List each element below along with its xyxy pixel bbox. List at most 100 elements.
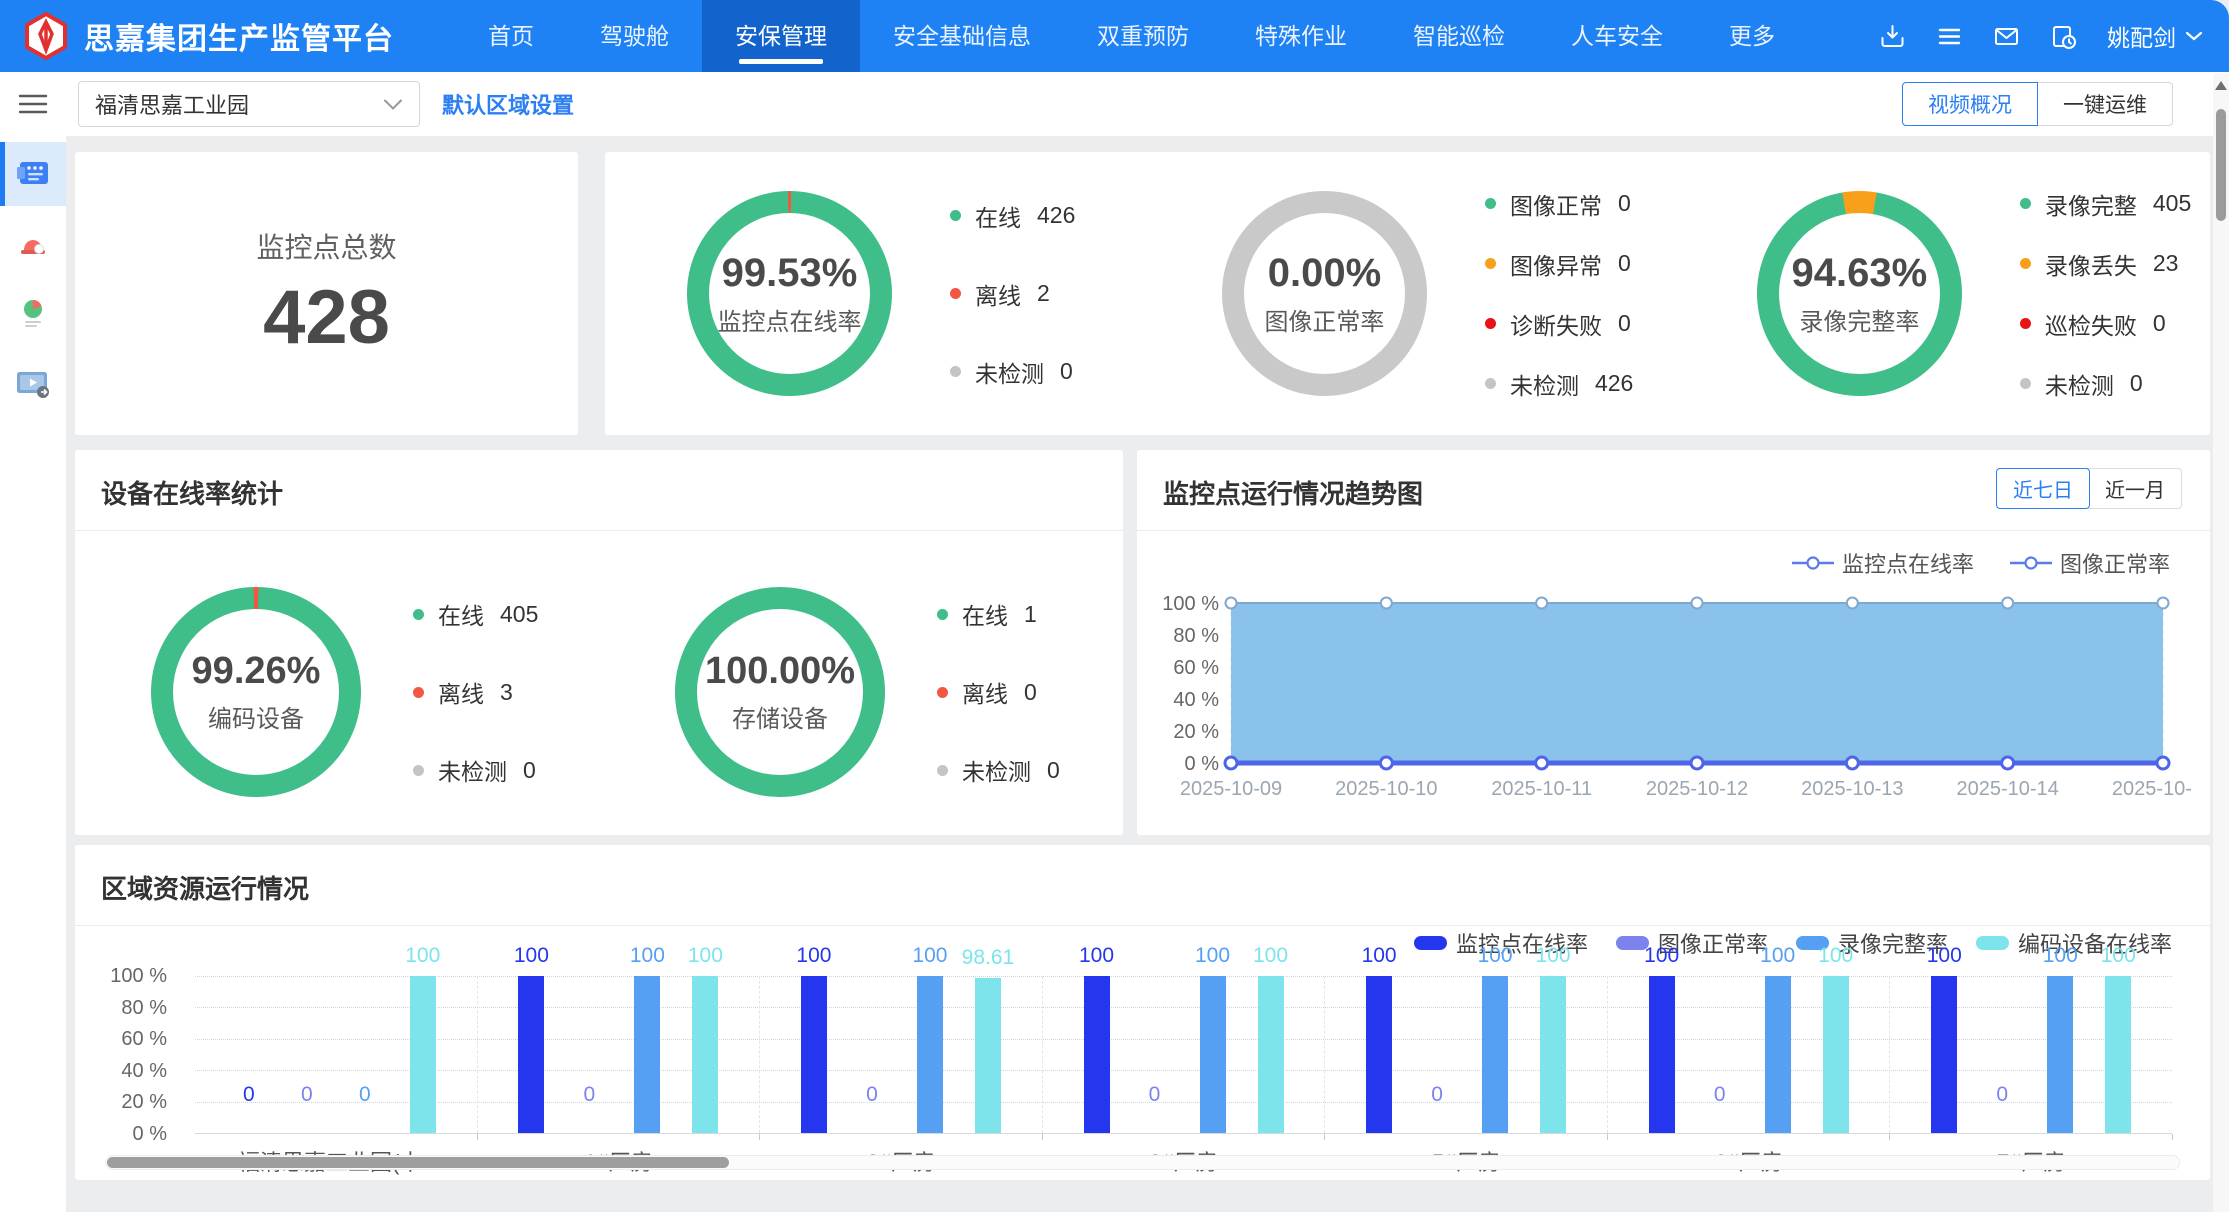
bar-value-label: 100 <box>1079 944 1114 968</box>
nav-item[interactable]: 首页 <box>455 0 567 72</box>
donut-ring: 94.63% 录像完整率 <box>1757 191 1962 396</box>
divider <box>75 925 2210 926</box>
nav-item[interactable]: 特殊作业 <box>1222 0 1380 72</box>
bar-group: 100 0 100 100 1#厂房 <box>478 976 761 1133</box>
bar-value-label: 100 <box>912 944 947 968</box>
legend-value: 0 <box>2130 370 2143 397</box>
trend-legend-item[interactable]: 监控点在线率 <box>1792 547 1974 579</box>
trend-legend-label: 图像正常率 <box>2060 547 2170 579</box>
video-overview-button[interactable]: 视频概况 <box>1902 82 2038 126</box>
donut-center: 94.63% 录像完整率 <box>1779 213 1940 374</box>
bar-value-label: 0 <box>1149 1083 1161 1107</box>
legend-value: 426 <box>1595 370 1633 397</box>
svg-text:40 %: 40 % <box>1173 689 1219 711</box>
sidebar-item-alarm[interactable] <box>0 212 66 276</box>
bar: 98.61 <box>975 976 1001 1133</box>
region-select[interactable]: 福清思嘉工业园 <box>78 81 420 127</box>
mail-icon[interactable] <box>1993 23 2020 50</box>
svg-text:0 %: 0 % <box>1185 753 1220 775</box>
scroll-up-arrow-icon[interactable] <box>2215 81 2227 90</box>
legend-dot <box>950 366 961 377</box>
bar-fill <box>2047 976 2073 1133</box>
bar: 100 <box>518 976 544 1133</box>
donut-legend-item: 未检测 0 <box>2020 367 2191 401</box>
bar: 100 <box>801 976 827 1133</box>
bar-fill <box>917 976 943 1133</box>
donut-group: 99.53% 监控点在线率 在线 426 离线 2 未检测 0 <box>605 152 1140 435</box>
app-title: 思嘉集团生产监管平台 <box>84 14 394 58</box>
bar: 100 <box>692 976 718 1133</box>
trend-legend-item[interactable]: 图像正常率 <box>2010 547 2170 579</box>
bar: 100 <box>1649 976 1675 1133</box>
legend-value: 0 <box>1618 250 1631 277</box>
donut-legend-item: 录像丢失 23 <box>2020 247 2191 281</box>
vertical-scrollbar[interactable] <box>2213 73 2229 1212</box>
legend-dot <box>1485 378 1496 389</box>
trend-area-svg: 100 %80 %60 %40 %20 %0 %2025-10-092025-1… <box>1151 583 2191 815</box>
bar-value-label: 0 <box>1431 1083 1443 1107</box>
nav-item[interactable]: 智能巡检 <box>1380 0 1538 72</box>
bar: 0 <box>352 976 378 1133</box>
legend-value: 426 <box>1037 202 1075 229</box>
donut-label: 录像完整率 <box>1799 302 1919 337</box>
sidebar-item-report[interactable] <box>0 282 66 346</box>
legend-label: 录像完整 <box>2045 187 2137 221</box>
list-icon[interactable] <box>1936 23 1963 50</box>
donut-ring: 99.53% 监控点在线率 <box>687 191 892 396</box>
sidebar-item-monitor-wall[interactable] <box>0 142 66 206</box>
nav-item[interactable]: 安保管理 <box>702 0 860 72</box>
vertical-scrollbar-thumb[interactable] <box>2216 109 2226 221</box>
default-region-settings-link[interactable]: 默认区域设置 <box>442 88 574 120</box>
donut-legend-item: 录像完整 405 <box>2020 187 2191 221</box>
horizontal-scrollbar-thumb[interactable] <box>107 1157 729 1168</box>
bar-fill <box>410 976 436 1133</box>
bar-fill <box>1366 976 1392 1133</box>
sidebar-item-video-patrol[interactable] <box>0 352 66 416</box>
donut-legend-item: 在线 1 <box>937 597 1060 631</box>
sidebar-collapse-button[interactable] <box>0 93 66 115</box>
nav-item[interactable]: 安全基础信息 <box>860 0 1064 72</box>
user-menu[interactable]: 姚配剑 <box>2107 19 2203 53</box>
legend-dot <box>2020 258 2031 269</box>
legend-dot <box>413 687 424 698</box>
bars: 0 0 0 100 <box>236 976 436 1133</box>
bar-value-label: 100 <box>1362 944 1397 968</box>
app-window: 思嘉集团生产监管平台 首页驾驶舱安保管理安全基础信息双重预防特殊作业智能巡检人车… <box>0 0 2229 1212</box>
download-icon[interactable] <box>1879 23 1906 50</box>
nav-item[interactable]: 驾驶舱 <box>567 0 702 72</box>
range-tab[interactable]: 近七日 <box>1996 468 2090 509</box>
y-axis-label: 60 % <box>105 1028 167 1051</box>
svg-text:2025-10-12: 2025-10-12 <box>1646 778 1748 800</box>
bar-fill <box>1765 976 1791 1133</box>
bars: 100 0 100 100 <box>518 976 718 1133</box>
video-patrol-icon <box>14 368 52 400</box>
bar-value-label: 100 <box>1253 944 1288 968</box>
range-tab[interactable]: 近一月 <box>2089 469 2181 508</box>
legend-dot <box>950 288 961 299</box>
bar-fill <box>1931 976 1957 1133</box>
bar: 100 <box>1540 976 1566 1133</box>
bar-fill <box>1258 976 1284 1133</box>
record-icon[interactable] <box>2050 23 2077 50</box>
donut-legend-item: 在线 405 <box>413 597 538 631</box>
nav-item[interactable]: 更多 <box>1696 0 1808 72</box>
donut-legend-item: 离线 0 <box>937 675 1060 709</box>
bar-group: 100 0 100 100 3#厂房 <box>1043 976 1326 1133</box>
bar-value-label: 0 <box>359 1083 371 1107</box>
bar: 100 <box>2105 976 2131 1133</box>
device-online-card: 设备在线率统计 99.26% 编码设备 在线 405 离线 3 未检测 0 <box>75 450 1123 835</box>
bar-fill <box>1540 976 1566 1133</box>
bar: 0 <box>1707 976 1733 1133</box>
nav-item[interactable]: 双重预防 <box>1064 0 1222 72</box>
monitor-total-value: 428 <box>263 274 390 361</box>
donut-group: 100.00% 存储设备 在线 1 离线 0 未检测 0 <box>599 587 1123 797</box>
region-select-value: 福清思嘉工业园 <box>95 88 249 120</box>
bar-group: 100 0 100 100 7#厂房 <box>1890 976 2172 1133</box>
nav-item[interactable]: 人车安全 <box>1538 0 1696 72</box>
horizontal-scrollbar[interactable] <box>105 1155 2180 1170</box>
svg-text:2025-10-11: 2025-10-11 <box>1491 778 1592 800</box>
one-key-ops-button[interactable]: 一键运维 <box>2038 82 2173 126</box>
region-bar-chart: 100 %80 %60 %40 %20 %0 % 0 0 0 100 福清思嘉工… <box>105 941 2180 1146</box>
legend-label: 在线 <box>975 199 1021 233</box>
trend-legend-label: 监控点在线率 <box>1842 547 1974 579</box>
